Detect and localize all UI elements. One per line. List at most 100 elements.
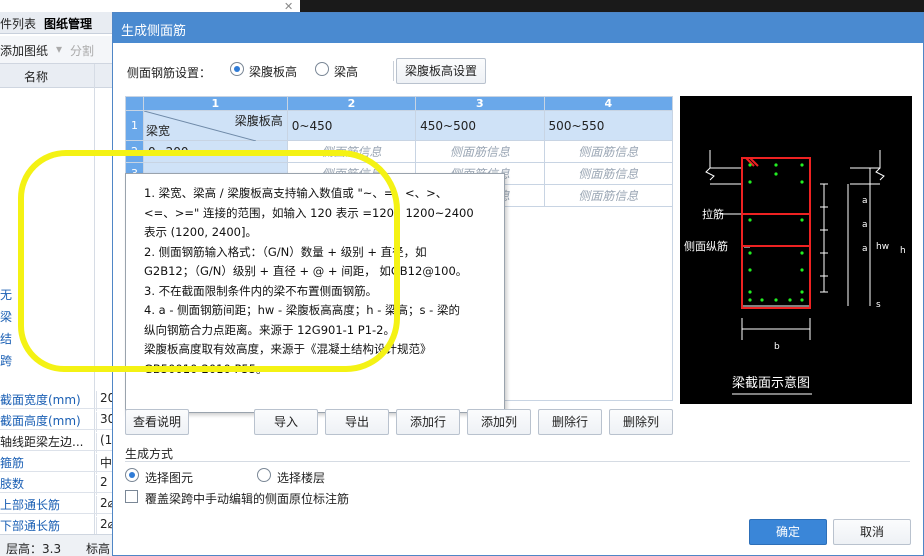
tab-component-list[interactable]: 件列表 — [0, 15, 36, 32]
spacing-a-label: a — [862, 244, 868, 254]
side-label: 结 — [0, 332, 13, 346]
s-label: s — [876, 300, 881, 310]
help-text: 1. 梁宽、梁高 / 梁腹板高支持输入数值或 "~、=、<、>、 <=、>=" … — [144, 184, 494, 379]
settings-label: 侧面钢筋设置： — [127, 66, 212, 80]
column-header-name: 名称 — [24, 70, 49, 84]
property-value[interactable]: 2 — [96, 475, 108, 495]
radio-select-floor-label[interactable]: 选择楼层 — [277, 469, 325, 486]
radio-select-floor[interactable] — [257, 468, 271, 482]
floor-height: 层高：3.3 — [6, 542, 62, 556]
split-icon: ▾ — [56, 42, 63, 56]
property-key: 肢数 — [0, 477, 25, 491]
help-line: 表示 (1200, 2400]。 — [144, 225, 257, 239]
help-tooltip: 1. 梁宽、梁高 / 梁腹板高支持输入数值或 "~、=、<、>、 <=、>=" … — [125, 173, 505, 413]
dialog-titlebar: 生成侧面筋 — [113, 13, 923, 43]
background-toolbar: 添加图纸 ▾ 分割 — [0, 36, 112, 64]
radio-select-element-label[interactable]: 选择图元 — [145, 469, 193, 486]
side-labels: 无 梁 结 跨 — [0, 284, 12, 372]
radio-beam-height[interactable] — [315, 62, 329, 76]
radio-web-height-label[interactable]: 梁腹板高 — [249, 63, 297, 80]
elevation-label: 标高 — [86, 542, 111, 556]
property-key: 上部通长筋 — [0, 498, 61, 512]
delete-row-button[interactable]: 删除行 — [538, 409, 602, 435]
corner-top-label: 梁腹板高 — [234, 114, 283, 128]
override-checkbox[interactable] — [125, 490, 138, 503]
tie-bar-label: 拉筋 — [702, 208, 724, 221]
range-cell[interactable]: 450~500 — [415, 110, 545, 141]
property-row[interactable]: 截面宽度(mm) 20 — [0, 388, 115, 411]
side-bar-label: 侧面纵筋 — [684, 240, 728, 253]
property-key: 截面高度(mm) — [0, 414, 81, 428]
delete-column-button[interactable]: 删除列 — [609, 409, 673, 435]
property-key: 箍筋 — [0, 456, 25, 470]
property-value[interactable]: 中 — [96, 454, 112, 474]
spacing-a-label: a — [862, 220, 868, 230]
side-bar-info-cell[interactable]: 侧面筋信息 — [286, 140, 417, 163]
override-checkbox-label[interactable]: 覆盖梁跨中手动编辑的侧面原位标注筋 — [145, 490, 349, 507]
h-label: h — [900, 246, 906, 256]
property-list: 截面宽度(mm) 20 截面高度(mm) 30 轴线距梁左边... (1( 箍筋 中 肢… — [0, 388, 117, 537]
background-tabs: 件列表 图纸管理 — [0, 12, 112, 34]
dialog-title: 生成侧面筋 — [121, 24, 187, 39]
cancel-button[interactable]: 取消 — [833, 519, 911, 545]
side-bar-info-cell[interactable]: 侧面筋信息 — [415, 140, 545, 163]
side-bar-info-cell[interactable]: 侧面筋信息 — [543, 140, 674, 163]
radio-select-element[interactable] — [125, 468, 139, 482]
separator — [393, 61, 394, 81]
import-button[interactable]: 导入 — [254, 409, 318, 435]
range-cell[interactable]: 0~450 — [286, 110, 417, 141]
tab-drawing-management[interactable]: 图纸管理 — [44, 15, 92, 32]
add-drawing-button[interactable]: 添加图纸 — [0, 42, 48, 59]
diagram-caption: 梁截面示意图 — [732, 376, 811, 391]
generation-mode-label: 生成方式 — [125, 447, 174, 461]
ok-button[interactable]: 确定 — [749, 519, 827, 545]
row-header[interactable]: 1 — [125, 110, 144, 141]
corner-bottom-label: 梁宽 — [145, 124, 170, 138]
column-header: 名称 — [0, 64, 112, 88]
property-key: 轴线距梁左边... — [0, 435, 84, 449]
add-column-button[interactable]: 添加列 — [467, 409, 531, 435]
col-header[interactable]: 1 — [142, 96, 288, 111]
generate-side-bar-dialog: 生成侧面筋 侧面钢筋设置： 梁腹板高 梁高 梁腹板高设置 1 2 3 4 1 梁… — [112, 12, 924, 556]
side-label: 无 — [0, 288, 13, 302]
view-help-button[interactable]: 查看说明 — [125, 409, 189, 435]
split-button[interactable]: 分割 — [70, 42, 94, 59]
help-line: 2. 侧面钢筋输入格式：（G/N）数量 + 级别 + 直径，如 — [144, 244, 427, 259]
hw-label: hw — [876, 242, 890, 252]
help-line: G2B12；（G/N）级别 + 直径 + @ + 间距， 如GB12@100。 — [144, 264, 468, 278]
side-bar-info-cell[interactable]: 侧面筋信息 — [543, 184, 674, 207]
export-button[interactable]: 导出 — [325, 409, 389, 435]
property-row[interactable]: 肢数 2 — [0, 472, 112, 495]
help-line: 梁腹板高度取有效高度，来源于《混凝土结构设计规范》 — [144, 342, 432, 356]
col-header[interactable]: 3 — [415, 96, 545, 111]
help-line: 4. a - 侧面钢筋间距；hw - 梁腹板高高度；h - 梁高；s - 梁的 — [144, 303, 460, 317]
property-row[interactable]: 下部通长筋 2⌀ — [0, 514, 115, 537]
grid-corner — [125, 96, 144, 111]
add-row-button[interactable]: 添加行 — [396, 409, 460, 435]
property-key: 下部通长筋 — [0, 519, 61, 533]
col-header[interactable]: 4 — [543, 96, 674, 111]
help-line: GB50010-2010 P55。 — [144, 361, 268, 376]
radio-web-height[interactable] — [230, 62, 244, 76]
b-label: b — [774, 342, 780, 352]
property-row[interactable]: 上部通长筋 2⌀ — [0, 493, 115, 516]
side-label: 梁 — [0, 310, 13, 324]
help-line: <=、>=" 连接的范围，如输入 120 表示 =120；1200~2400 — [144, 205, 474, 220]
status-bar: 层高：3.3 标高 — [0, 534, 112, 556]
help-line: 1. 梁宽、梁高 / 梁腹板高支持输入数值或 "~、=、<、>、 — [144, 186, 448, 200]
property-row[interactable]: 箍筋 中 — [0, 451, 112, 474]
side-label: 跨 — [0, 354, 13, 368]
col-header[interactable]: 2 — [286, 96, 417, 111]
section-divider — [125, 461, 910, 462]
property-row[interactable]: 轴线距梁左边... (1( — [0, 430, 117, 453]
width-cell[interactable]: 0~200 — [142, 140, 288, 163]
spacing-a-label: a — [862, 196, 868, 206]
property-row[interactable]: 截面高度(mm) 30 — [0, 409, 115, 432]
side-bar-info-cell[interactable]: 侧面筋信息 — [543, 162, 674, 185]
row-header[interactable]: 2 — [125, 140, 144, 163]
range-cell[interactable]: 500~550 — [543, 110, 674, 141]
beam-section-diagram: 拉筋 侧面纵筋 a a a hw h s b 梁截面示意图 — [680, 96, 912, 404]
help-line: 3. 不在截面限制条件内的梁不布置侧面钢筋。 — [144, 283, 378, 298]
radio-beam-height-label[interactable]: 梁高 — [334, 63, 358, 80]
web-height-settings-button[interactable]: 梁腹板高设置 — [396, 58, 486, 84]
